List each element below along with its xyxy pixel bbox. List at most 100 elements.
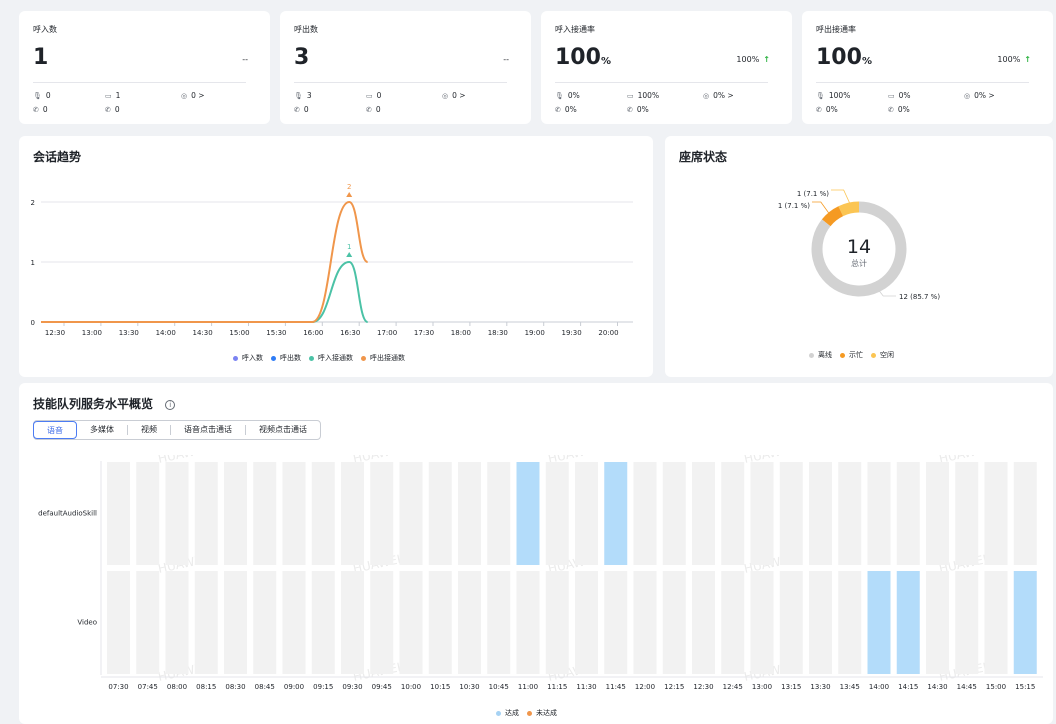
row-label: Video bbox=[77, 619, 97, 627]
heatmap-cell[interactable] bbox=[253, 571, 277, 674]
heatmap-cell[interactable] bbox=[926, 462, 949, 565]
heatmap-cell[interactable] bbox=[311, 571, 335, 674]
y-tick-label: 1 bbox=[31, 259, 35, 267]
kpi-stat-value: 0 > bbox=[191, 91, 205, 100]
heatmap-cell[interactable] bbox=[516, 571, 540, 674]
heatmap-cell[interactable] bbox=[341, 571, 364, 674]
heatmap-cell[interactable] bbox=[896, 462, 920, 565]
heatmap-cell[interactable] bbox=[662, 462, 686, 565]
heatmap-cell[interactable] bbox=[487, 571, 511, 674]
heatmap-cell[interactable] bbox=[604, 571, 628, 674]
kpi-stat-1: ▭ 0 bbox=[366, 91, 381, 100]
heatmap-cell[interactable] bbox=[458, 462, 481, 565]
heatmap-cell[interactable] bbox=[428, 571, 452, 674]
legend-item-3[interactable]: 呼出接通数 bbox=[361, 353, 405, 363]
heatmap-cell[interactable] bbox=[487, 462, 511, 565]
heatmap-cell[interactable] bbox=[107, 462, 130, 565]
seat-legend-item-0[interactable]: 离线 bbox=[809, 350, 832, 360]
heatmap-cell[interactable] bbox=[282, 462, 306, 565]
heatmap-cell[interactable] bbox=[224, 571, 247, 674]
heatmap-cell[interactable] bbox=[516, 462, 540, 565]
legend-item-0[interactable]: 呼入数 bbox=[233, 353, 263, 363]
heatmap-cell[interactable] bbox=[692, 462, 715, 565]
heatmap-cell[interactable] bbox=[311, 462, 335, 565]
legend-dot bbox=[233, 355, 238, 361]
heatmap-cell[interactable] bbox=[224, 462, 247, 565]
heatmap-cell[interactable] bbox=[750, 462, 774, 565]
heatmap-cell[interactable] bbox=[984, 462, 1008, 565]
seat-legend-item-1[interactable]: 示忙 bbox=[840, 350, 863, 360]
heatmap-cell[interactable] bbox=[721, 462, 745, 565]
legend-item-2[interactable]: 呼入接通数 bbox=[309, 353, 353, 363]
heatmap-cell[interactable] bbox=[370, 571, 394, 674]
heatmap-cell[interactable] bbox=[692, 571, 715, 674]
heat-legend-item-0[interactable]: 达成 bbox=[496, 708, 519, 718]
kpi-stat-2[interactable]: ◎ 0 > bbox=[442, 91, 466, 100]
heatmap-cell[interactable] bbox=[399, 462, 423, 565]
heatmap-cell[interactable] bbox=[282, 571, 306, 674]
kpi-stat-2[interactable]: ◎ 0% > bbox=[964, 91, 995, 100]
heatmap-cell[interactable] bbox=[867, 462, 891, 565]
heatmap-cell[interactable] bbox=[984, 571, 1008, 674]
kpi-stat-2[interactable]: ◎ 0% > bbox=[703, 91, 734, 100]
heatmap-cell[interactable] bbox=[458, 571, 481, 674]
heatmap-cell[interactable] bbox=[165, 462, 189, 565]
heatmap-cell[interactable] bbox=[575, 462, 598, 565]
heatmap-cell[interactable] bbox=[194, 571, 218, 674]
heatmap-cell[interactable] bbox=[107, 571, 130, 674]
kpi-comparison: -- bbox=[503, 55, 509, 64]
heatmap-cell[interactable] bbox=[604, 462, 628, 565]
x-tick-label: 18:30 bbox=[488, 329, 508, 337]
legend-label: 示忙 bbox=[849, 351, 863, 359]
heatmap-cell[interactable] bbox=[428, 462, 452, 565]
heatmap-cell[interactable] bbox=[136, 571, 160, 674]
heatmap-cell[interactable] bbox=[399, 571, 423, 674]
heatmap-cell[interactable] bbox=[779, 462, 803, 565]
heatmap-cell[interactable] bbox=[633, 571, 657, 674]
heatmap-cell[interactable] bbox=[370, 462, 394, 565]
heatmap-cell[interactable] bbox=[1013, 571, 1037, 674]
heatmap-cell[interactable] bbox=[136, 462, 160, 565]
seat-legend-item-2[interactable]: 空闲 bbox=[871, 350, 894, 360]
heatmap-cell[interactable] bbox=[750, 571, 774, 674]
tab-0[interactable]: 语音 bbox=[33, 421, 77, 439]
heatmap-cell[interactable] bbox=[809, 571, 832, 674]
tab-4[interactable]: 视频点击通话 bbox=[246, 421, 320, 439]
heatmap-cell[interactable] bbox=[955, 571, 979, 674]
heatmap-cell[interactable] bbox=[662, 571, 686, 674]
heat-legend-item-1[interactable]: 未达成 bbox=[527, 708, 557, 718]
donut-slice-2[interactable] bbox=[838, 201, 860, 217]
heatmap-cell[interactable] bbox=[809, 462, 832, 565]
heatmap-cell[interactable] bbox=[545, 571, 569, 674]
heatmap-cell[interactable] bbox=[926, 571, 949, 674]
trend-title: 会话趋势 bbox=[33, 150, 82, 164]
legend-dot bbox=[840, 352, 845, 358]
heatmap-cell[interactable] bbox=[575, 571, 598, 674]
tab-3[interactable]: 语音点击通话 bbox=[171, 421, 245, 439]
heatmap-cell[interactable] bbox=[867, 571, 891, 674]
heatmap-cell[interactable] bbox=[633, 462, 657, 565]
heatmap-cell[interactable] bbox=[838, 571, 862, 674]
heatmap-cell[interactable] bbox=[545, 462, 569, 565]
video-camera-icon: ▭ bbox=[366, 92, 373, 100]
row-label: defaultAudioSkill bbox=[38, 510, 97, 518]
heatmap-cell[interactable] bbox=[341, 462, 364, 565]
heatmap-cell[interactable] bbox=[1013, 462, 1037, 565]
info-icon[interactable]: i bbox=[165, 399, 176, 410]
tab-2[interactable]: 视频 bbox=[128, 421, 170, 439]
x-tick-label: 17:30 bbox=[414, 329, 434, 337]
heatmap-cell[interactable] bbox=[896, 571, 920, 674]
heatmap-cell[interactable] bbox=[838, 462, 862, 565]
heatmap-cell[interactable] bbox=[721, 571, 745, 674]
kpi-stat-0: 🎙︎ 3 bbox=[294, 91, 312, 100]
heatmap-cell[interactable] bbox=[955, 462, 979, 565]
kpi-stat-2[interactable]: ◎ 0 > bbox=[181, 91, 205, 100]
x-tick-label: 16:00 bbox=[303, 329, 323, 337]
legend-item-1[interactable]: 呼出数 bbox=[271, 353, 301, 363]
tab-1[interactable]: 多媒体 bbox=[77, 421, 127, 439]
heatmap-cell[interactable] bbox=[165, 571, 189, 674]
heatmap-cell[interactable] bbox=[779, 571, 803, 674]
heatmap-cell[interactable] bbox=[253, 462, 277, 565]
heatmap-cell[interactable] bbox=[194, 462, 218, 565]
x-tick-label: 14:30 bbox=[927, 683, 947, 691]
